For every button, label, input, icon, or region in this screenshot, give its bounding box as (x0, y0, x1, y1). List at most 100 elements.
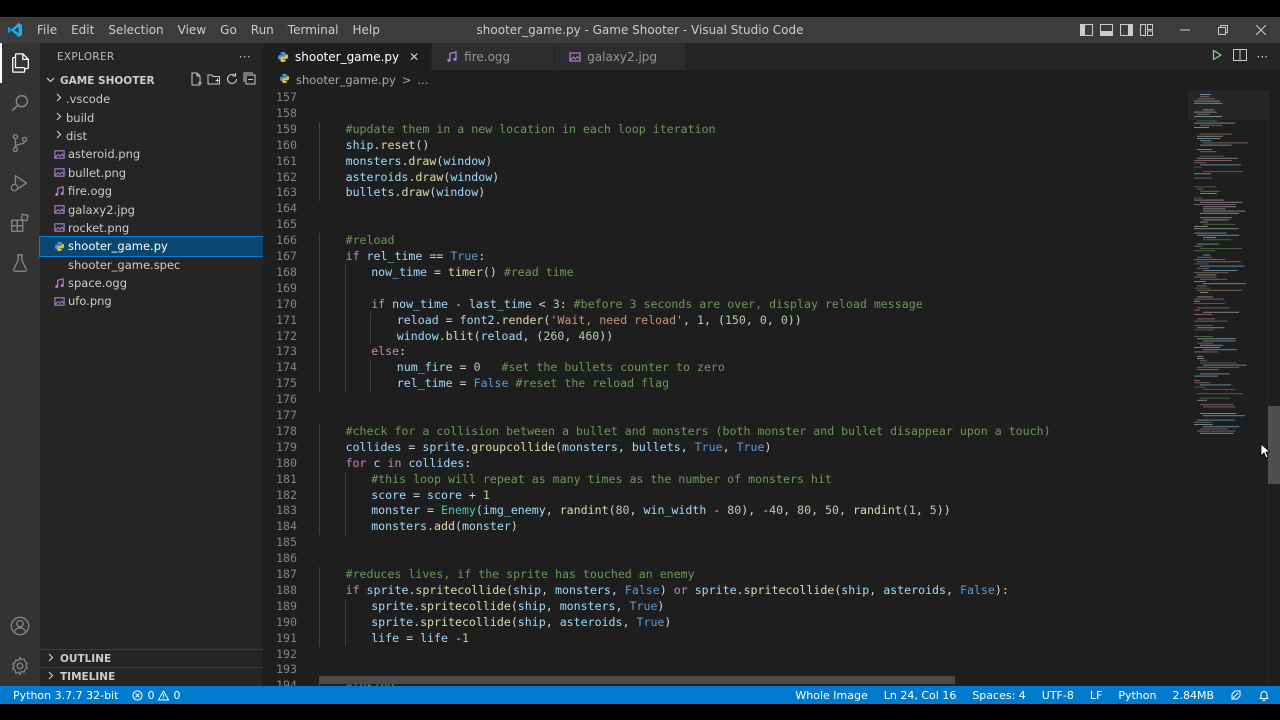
tree-file[interactable]: bullet.png (40, 164, 263, 182)
code-line[interactable]: 168 now_time = timer() #read time (263, 265, 1188, 281)
feedback-icon[interactable] (1230, 689, 1242, 701)
code-line[interactable]: 164 (263, 201, 1188, 217)
file-encoding[interactable]: UTF-8 (1042, 689, 1074, 702)
code-line[interactable]: 178 #check for a collision between a bull… (263, 424, 1188, 440)
split-editor-icon[interactable] (1232, 49, 1247, 64)
code-line[interactable]: 184 monsters.add(monster) (263, 519, 1188, 535)
run-python-file-icon[interactable] (1211, 49, 1223, 64)
notifications-bell-icon[interactable] (1258, 689, 1270, 701)
tree-folder[interactable]: .vscode (40, 90, 263, 108)
minimap[interactable] (1188, 90, 1270, 686)
code-line[interactable]: 157 (263, 90, 1188, 106)
menu-selection[interactable]: Selection (101, 17, 170, 43)
tree-file[interactable]: rocket.png (40, 219, 263, 237)
image-zoom-status[interactable]: Whole Image (795, 689, 867, 702)
outline-section[interactable]: OUTLINE (40, 649, 263, 668)
tree-file[interactable]: asteroid.png (40, 145, 263, 163)
code-line[interactable]: 161 monsters.draw(window) (263, 154, 1188, 170)
menu-view[interactable]: View (171, 17, 213, 43)
close-tab-icon[interactable]: ✕ (407, 50, 421, 64)
menu-edit[interactable]: Edit (64, 17, 101, 43)
extensions-icon[interactable] (0, 203, 40, 243)
run-debug-icon[interactable] (0, 163, 40, 203)
menu-file[interactable]: File (30, 17, 64, 43)
menu-run[interactable]: Run (244, 17, 281, 43)
code-line[interactable]: 190 sprite.spritecollide(ship, asteroids,… (263, 615, 1188, 631)
code-line[interactable]: 158 (263, 106, 1188, 122)
tree-file[interactable]: space.ogg (40, 274, 263, 292)
manage-gear-icon[interactable] (0, 646, 40, 686)
code-line[interactable]: 189 sprite.spritecollide(ship, monsters, … (263, 599, 1188, 615)
tree-file[interactable]: shooter_game.spec (40, 256, 263, 274)
testing-flask-icon[interactable] (0, 243, 40, 283)
code-line[interactable]: 163 bullets.draw(window) (263, 185, 1188, 201)
code-line[interactable]: 160 ship.reset() (263, 138, 1188, 154)
code-line[interactable]: 182 score = score + 1 (263, 488, 1188, 504)
vertical-scrollbar-track[interactable] (1268, 90, 1280, 686)
code-line[interactable]: 180 for c in collides: (263, 456, 1188, 472)
tree-file[interactable]: fire.ogg (40, 182, 263, 200)
tab-galaxy2-jpg[interactable]: galaxy2.jpg (555, 43, 687, 70)
timeline-section[interactable]: TIMELINE (40, 667, 263, 686)
customize-layout-icon[interactable] (1136, 17, 1156, 43)
cursor-position[interactable]: Ln 24, Col 16 (884, 689, 957, 702)
code-line[interactable]: 177 (263, 408, 1188, 424)
more-actions-icon[interactable]: ··· (1257, 50, 1268, 64)
code-line[interactable]: 159 #update them in a new location in eac… (263, 122, 1188, 138)
breadcrumb-file[interactable]: shooter_game.py (296, 73, 396, 87)
close-window-button[interactable] (1242, 17, 1280, 43)
code-line[interactable]: 170 if now_time - last_time < 3: #before … (263, 297, 1188, 313)
toggle-secondary-sidebar-icon[interactable] (1116, 17, 1136, 43)
horizontal-scrollbar[interactable] (319, 676, 955, 684)
toggle-panel-icon[interactable] (1096, 17, 1116, 43)
restore-button[interactable] (1204, 17, 1242, 43)
code-line[interactable]: 181 #this loop will repeat as many times … (263, 472, 1188, 488)
tree-file[interactable]: galaxy2.jpg (40, 200, 263, 218)
indentation[interactable]: Spaces: 4 (972, 689, 1025, 702)
code-line[interactable]: 192 (263, 647, 1188, 663)
workspace-folder-header[interactable]: GAME SHOOTER (40, 71, 263, 90)
code-line[interactable]: 174 num_fire = 0 #set the bullets counter… (263, 360, 1188, 376)
code-line[interactable]: 185 (263, 535, 1188, 551)
tab-fire-ogg[interactable]: fire.ogg (432, 43, 556, 70)
tree-file[interactable]: shooter_game.py (39, 236, 264, 257)
tree-folder[interactable]: build (40, 108, 263, 126)
new-folder-icon[interactable] (207, 72, 221, 89)
explorer-icon[interactable] (0, 43, 40, 83)
code-line[interactable]: 175 rel_time = False #reset the reload fl… (263, 376, 1188, 392)
code-line[interactable]: 186 (263, 551, 1188, 567)
search-icon[interactable] (0, 83, 40, 123)
code-line[interactable]: 162 asteroids.draw(window) (263, 170, 1188, 186)
menu-help[interactable]: Help (346, 17, 387, 43)
code-line[interactable]: 176 (263, 392, 1188, 408)
tab-shooter-game-py[interactable]: shooter_game.py ✕ (263, 43, 433, 70)
code-line[interactable]: 167 if rel_time == True: (263, 249, 1188, 265)
code-line[interactable]: 188 if sprite.spritecollide(ship, monster… (263, 583, 1188, 599)
code-line[interactable]: 191 life = life -1 (263, 631, 1188, 647)
code-line[interactable]: 166 #reload (263, 233, 1188, 249)
code-line[interactable]: 169 (263, 281, 1188, 297)
tree-file[interactable]: ufo.png (40, 292, 263, 310)
code-line[interactable]: 179 collides = sprite.groupcollide(monste… (263, 440, 1188, 456)
breadcrumb-symbols[interactable]: ... (417, 73, 428, 87)
collapse-all-icon[interactable] (243, 72, 257, 89)
tree-folder[interactable]: dist (40, 127, 263, 145)
new-file-icon[interactable] (189, 72, 203, 89)
explorer-more-actions-icon[interactable]: ··· (239, 50, 251, 64)
code-line[interactable]: 171 reload = font2.render('Wait, need rel… (263, 313, 1188, 329)
toggle-primary-sidebar-icon[interactable] (1076, 17, 1096, 43)
code-line[interactable]: 165 (263, 217, 1188, 233)
code-editor[interactable]: 157 158 159 #update them in a new location … (263, 90, 1188, 686)
refresh-icon[interactable] (225, 72, 239, 89)
language-mode[interactable]: Python (1118, 689, 1156, 702)
problems-indicator[interactable]: 0 0 (132, 689, 180, 702)
python-interpreter[interactable]: Python 3.7.7 32-bit (13, 689, 118, 702)
code-line[interactable]: 173 else: (263, 344, 1188, 360)
code-line[interactable]: 183 monster = Enemy(img_enemy, randint(80… (263, 503, 1188, 519)
code-line[interactable]: 187 #reduces lives, if the sprite has tou… (263, 567, 1188, 583)
menu-terminal[interactable]: Terminal (281, 17, 346, 43)
menu-go[interactable]: Go (213, 17, 244, 43)
minimize-button[interactable] (1166, 17, 1204, 43)
account-icon[interactable] (0, 606, 40, 646)
end-of-line[interactable]: LF (1090, 689, 1102, 702)
